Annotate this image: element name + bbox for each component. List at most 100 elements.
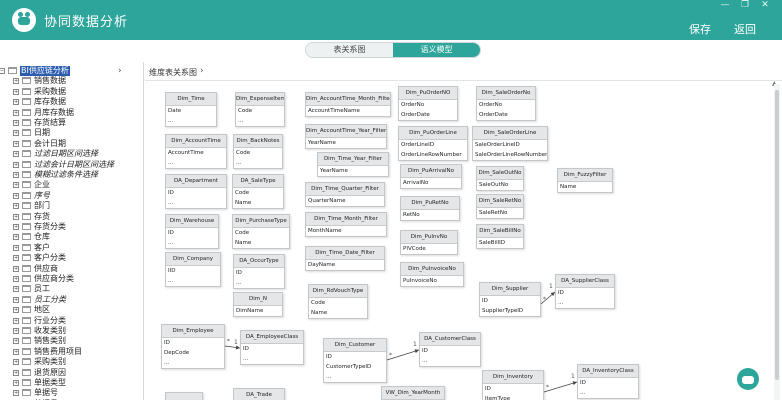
back-button[interactable]: 返回 bbox=[734, 21, 756, 37]
tree-item-label: 销售类别 bbox=[34, 336, 66, 346]
expand-toggle-icon[interactable]: + bbox=[13, 192, 19, 199]
expand-toggle-icon[interactable]: + bbox=[13, 151, 19, 158]
vertical-scrollbar[interactable] bbox=[774, 84, 780, 400]
table-node[interactable]: DA_OccurType ID... bbox=[233, 254, 285, 289]
expand-toggle-icon[interactable]: − bbox=[0, 68, 5, 74]
expand-toggle-icon[interactable]: + bbox=[13, 78, 19, 85]
expand-toggle-icon[interactable]: + bbox=[13, 369, 19, 376]
tree-item-label: 员工分类 bbox=[34, 294, 66, 304]
table-node-title: Dim_AccountTime_Month_Filter bbox=[306, 93, 390, 106]
table-node[interactable]: Dim_SaleOrderLine SaleOrderLineID SaleOrde… bbox=[472, 126, 548, 161]
expand-toggle-icon[interactable]: + bbox=[13, 359, 19, 366]
table-node-field: ID bbox=[558, 290, 564, 296]
expand-toggle-icon[interactable]: + bbox=[13, 203, 19, 210]
table-node[interactable]: Dim_SaleOrderNo OrderNo OrderDate bbox=[476, 86, 536, 121]
table-node[interactable]: Dim_AccountTime_Year_Filter YearName bbox=[305, 124, 387, 149]
expand-toggle-icon[interactable]: + bbox=[13, 224, 19, 230]
table-node[interactable]: Dim_AccountTime AccountTime... bbox=[165, 134, 227, 169]
expand-toggle-icon[interactable]: + bbox=[13, 161, 19, 168]
expand-toggle-icon[interactable]: + bbox=[13, 255, 19, 262]
table-node[interactable]: Dim_Time_Quarter_Filter QuarterName bbox=[305, 182, 385, 207]
table-node[interactable]: Dim_Company IID... bbox=[165, 252, 221, 287]
expand-toggle-icon[interactable]: + bbox=[13, 390, 19, 397]
diagram-area: 维度表关系图 › Dim_Time Date... Dim_ExpenseItem C… bbox=[145, 62, 782, 400]
expand-toggle-icon[interactable]: + bbox=[13, 234, 19, 241]
table-node[interactable]: Dim_RdVouchType Code Name bbox=[308, 284, 368, 319]
save-button[interactable]: 保存 bbox=[689, 21, 711, 37]
tab-semantic-model[interactable]: 语义模型 bbox=[393, 43, 480, 57]
expand-toggle-icon[interactable]: + bbox=[13, 99, 19, 106]
table-node[interactable]: DA_CustomerClass ID... bbox=[419, 332, 481, 367]
expand-toggle-icon[interactable]: + bbox=[13, 328, 19, 334]
table-node[interactable]: Dim_PuOrderNO OrderNo OrderDate bbox=[398, 86, 458, 121]
tree-item-label: 月库存数据 bbox=[34, 107, 74, 117]
table-node[interactable]: Dim_ExpenseItem Code... bbox=[235, 92, 285, 127]
tree-item-label: 存货分类 bbox=[34, 222, 66, 231]
sidebar-chevron-icon[interactable]: › bbox=[118, 66, 122, 76]
table-node[interactable]: Dim_PuRetNo RetNo bbox=[400, 196, 460, 221]
table-node[interactable]: DA_SupplierClass ID... bbox=[555, 274, 615, 309]
expand-toggle-icon[interactable]: + bbox=[13, 317, 19, 324]
expand-toggle-icon[interactable]: + bbox=[13, 276, 19, 282]
table-node[interactable]: DA_SaleType Code Name bbox=[232, 174, 284, 209]
table-node[interactable]: Dim_Supplier ID SupplierTypeID bbox=[479, 282, 541, 317]
tree-item-label: 过滤日期区间选择 bbox=[34, 149, 98, 159]
close-button[interactable]: ✕ bbox=[758, 0, 772, 10]
table-node[interactable] bbox=[165, 392, 203, 400]
tree-item-label: 仓库 bbox=[34, 232, 50, 242]
expand-toggle-icon[interactable]: + bbox=[13, 182, 19, 189]
table-node[interactable]: Dim_Inventory ID ItemType bbox=[482, 370, 544, 400]
expand-toggle-icon[interactable]: + bbox=[13, 140, 19, 147]
table-node[interactable]: Dim_Time_Date_Filter DayName bbox=[305, 246, 385, 271]
table-node[interactable]: Dim_BackNotes Code... bbox=[233, 134, 283, 169]
table-node[interactable]: Dim_Time_Month_Filter MonthName bbox=[305, 212, 387, 237]
table-node[interactable]: VW_Dim_YearMonth bbox=[381, 386, 445, 400]
table-node[interactable]: Dim_AccountTime_Month_Filter AccountTimeN… bbox=[305, 92, 391, 117]
table-node[interactable]: Dim_N DimName bbox=[233, 292, 283, 317]
table-node[interactable]: Dim_SaleRetNo SaleRetNo bbox=[476, 194, 524, 219]
expand-toggle-icon[interactable]: + bbox=[13, 307, 19, 314]
table-node-field: SupplierTypeID bbox=[482, 308, 524, 314]
expand-toggle-icon[interactable]: + bbox=[13, 348, 19, 355]
expand-toggle-icon[interactable]: + bbox=[13, 380, 19, 386]
table-node[interactable]: Dim_FuzzyFilter Name bbox=[557, 168, 613, 193]
folder-icon bbox=[22, 316, 31, 324]
expand-toggle-icon[interactable]: + bbox=[13, 120, 19, 126]
relation-label-many: * bbox=[546, 384, 549, 391]
maximize-button[interactable]: ❐ bbox=[738, 0, 752, 10]
table-node[interactable]: Dim_Employee ID DepCode... bbox=[161, 324, 225, 369]
table-node-field: ID bbox=[482, 298, 488, 304]
expand-toggle-icon[interactable]: + bbox=[13, 265, 19, 272]
table-node[interactable]: Dim_PuOrderLine OrderLineID OrderLineRowNu… bbox=[398, 126, 468, 161]
expand-toggle-icon[interactable]: + bbox=[13, 338, 19, 345]
table-node[interactable]: Dim_PuInvoiceNo PuInvoiceNo bbox=[400, 262, 464, 287]
table-node-field: ... bbox=[326, 374, 332, 380]
table-node[interactable]: DA_InventoryClass ID... bbox=[577, 364, 639, 399]
expand-toggle-icon[interactable]: + bbox=[13, 172, 19, 178]
relation-label-many: * bbox=[227, 338, 230, 345]
table-node[interactable]: Dim_PuArrivalNo ArrivalNo bbox=[400, 164, 462, 189]
table-node[interactable]: Dim_PurchaseType Code Name bbox=[232, 214, 290, 249]
expand-toggle-icon[interactable]: + bbox=[13, 286, 19, 293]
table-node[interactable]: Dim_SaleOutNo SaleOutNo bbox=[476, 166, 524, 191]
table-node[interactable]: Dim_Customer ID CustomerTypeID... bbox=[323, 338, 387, 383]
expand-toggle-icon[interactable]: + bbox=[13, 244, 19, 251]
table-node-title: Dim_AccountTime bbox=[166, 135, 226, 148]
expand-toggle-icon[interactable]: + bbox=[13, 109, 19, 116]
table-node[interactable]: DA_Trade bbox=[233, 388, 285, 400]
tab-relation-diagram[interactable]: 表关系图 bbox=[306, 43, 393, 57]
table-node[interactable]: Dim_PuInvNo PIVCode bbox=[400, 230, 458, 255]
table-node[interactable]: DA_EmployeeClass ID... bbox=[240, 330, 304, 365]
table-node[interactable]: Dim_Time_Year_Filter YearName bbox=[317, 152, 389, 177]
table-node[interactable]: DA_Department ID... bbox=[165, 174, 227, 209]
table-node[interactable]: Dim_Warehouse ID... bbox=[165, 214, 219, 249]
expand-toggle-icon[interactable]: + bbox=[13, 213, 19, 220]
table-node[interactable]: Dim_Time Date... bbox=[165, 92, 217, 127]
expand-toggle-icon[interactable]: + bbox=[13, 296, 19, 303]
assistant-float-button[interactable] bbox=[737, 368, 759, 390]
expand-toggle-icon[interactable]: + bbox=[13, 88, 19, 95]
expand-toggle-icon[interactable]: + bbox=[13, 130, 19, 137]
table-node[interactable]: Dim_SaleBillNo SaleBillID bbox=[476, 224, 524, 249]
minimize-button[interactable]: — bbox=[718, 0, 732, 10]
scrollbar-thumb[interactable] bbox=[775, 90, 779, 380]
